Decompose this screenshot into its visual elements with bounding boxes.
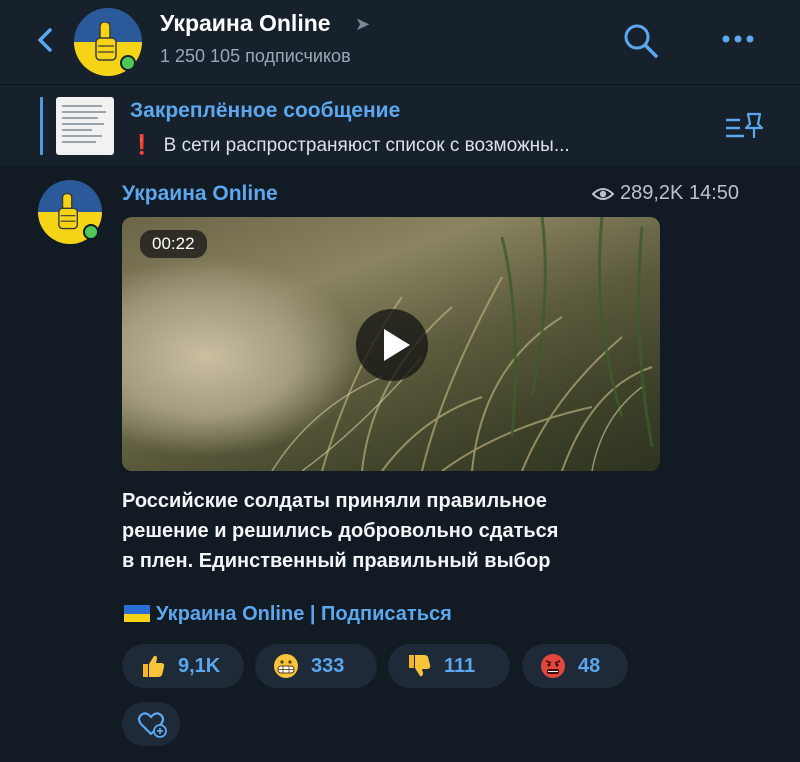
- post-caption: Российские солдаты приняли правильное ре…: [122, 486, 682, 576]
- ukraine-flag-icon: [124, 605, 150, 622]
- play-icon[interactable]: [356, 309, 428, 381]
- angry-face-icon: [541, 654, 565, 678]
- view-count: 289,2K: [620, 182, 684, 204]
- reaction-grimacing[interactable]: 333: [255, 644, 377, 688]
- online-indicator: [120, 55, 136, 71]
- pinned-preview: ❗ В сети распространяюст список с возможн…: [130, 133, 570, 157]
- pinned-accent-bar: [40, 97, 43, 155]
- add-reaction-button[interactable]: [122, 702, 180, 746]
- reaction-thumbs-up[interactable]: 9,1K: [122, 644, 244, 688]
- channel-signature-link[interactable]: Украина Online | Подписаться: [124, 603, 452, 626]
- caption-line: решение и решились добровольно сдаться: [122, 520, 559, 542]
- exclamation-icon: ❗: [130, 135, 154, 156]
- search-icon[interactable]: [620, 20, 662, 62]
- post-author-name[interactable]: Украина Online: [122, 182, 278, 206]
- eye-icon: [592, 188, 614, 200]
- reaction-count: 111: [444, 655, 476, 677]
- more-menu-icon[interactable]: [718, 24, 758, 54]
- reaction-count: 48: [578, 655, 601, 677]
- video-duration: 00:22: [140, 230, 207, 258]
- pinned-thumbnail: [56, 97, 114, 155]
- pinned-label: Закреплённое сообщение: [130, 99, 401, 122]
- thumbs-up-logo-icon: [58, 193, 78, 230]
- pinned-preview-text: В сети распространяюст список с возможны…: [163, 135, 570, 156]
- reaction-count: 9,1K: [178, 655, 221, 677]
- post-time: 14:50: [688, 182, 740, 204]
- caption-line: Российские солдаты приняли правильное: [122, 490, 547, 512]
- pinned-list-icon[interactable]: [722, 110, 768, 144]
- back-arrow-icon[interactable]: [30, 20, 60, 60]
- thumbs-up-icon: [143, 655, 165, 677]
- channel-title: Украина Online: [160, 10, 331, 36]
- online-indicator: [83, 224, 99, 240]
- thumbs-up-logo-icon: [95, 22, 117, 61]
- thumbs-down-icon: [409, 655, 431, 677]
- post-meta: 289,2K 14:50: [592, 182, 739, 205]
- signature-text: Украина Online | Подписаться: [156, 603, 452, 625]
- reaction-thumbs-down[interactable]: 111: [388, 644, 510, 688]
- pinned-message-bar[interactable]: Закреплённое сообщение ❗ В сети распростр…: [0, 84, 800, 165]
- mute-icon: ➤: [355, 14, 371, 34]
- caption-line: в плен. Единственный правильный выбор: [122, 550, 551, 572]
- subscriber-count: 1 250 105 подписчиков: [160, 46, 351, 66]
- heart-plus-icon: [137, 712, 167, 738]
- reaction-angry[interactable]: 48: [522, 644, 628, 688]
- reaction-count: 333: [311, 655, 345, 677]
- grimacing-face-icon: [274, 654, 298, 678]
- chat-header: Украина Online ➤ 1 250 105 подписчиков: [0, 0, 800, 84]
